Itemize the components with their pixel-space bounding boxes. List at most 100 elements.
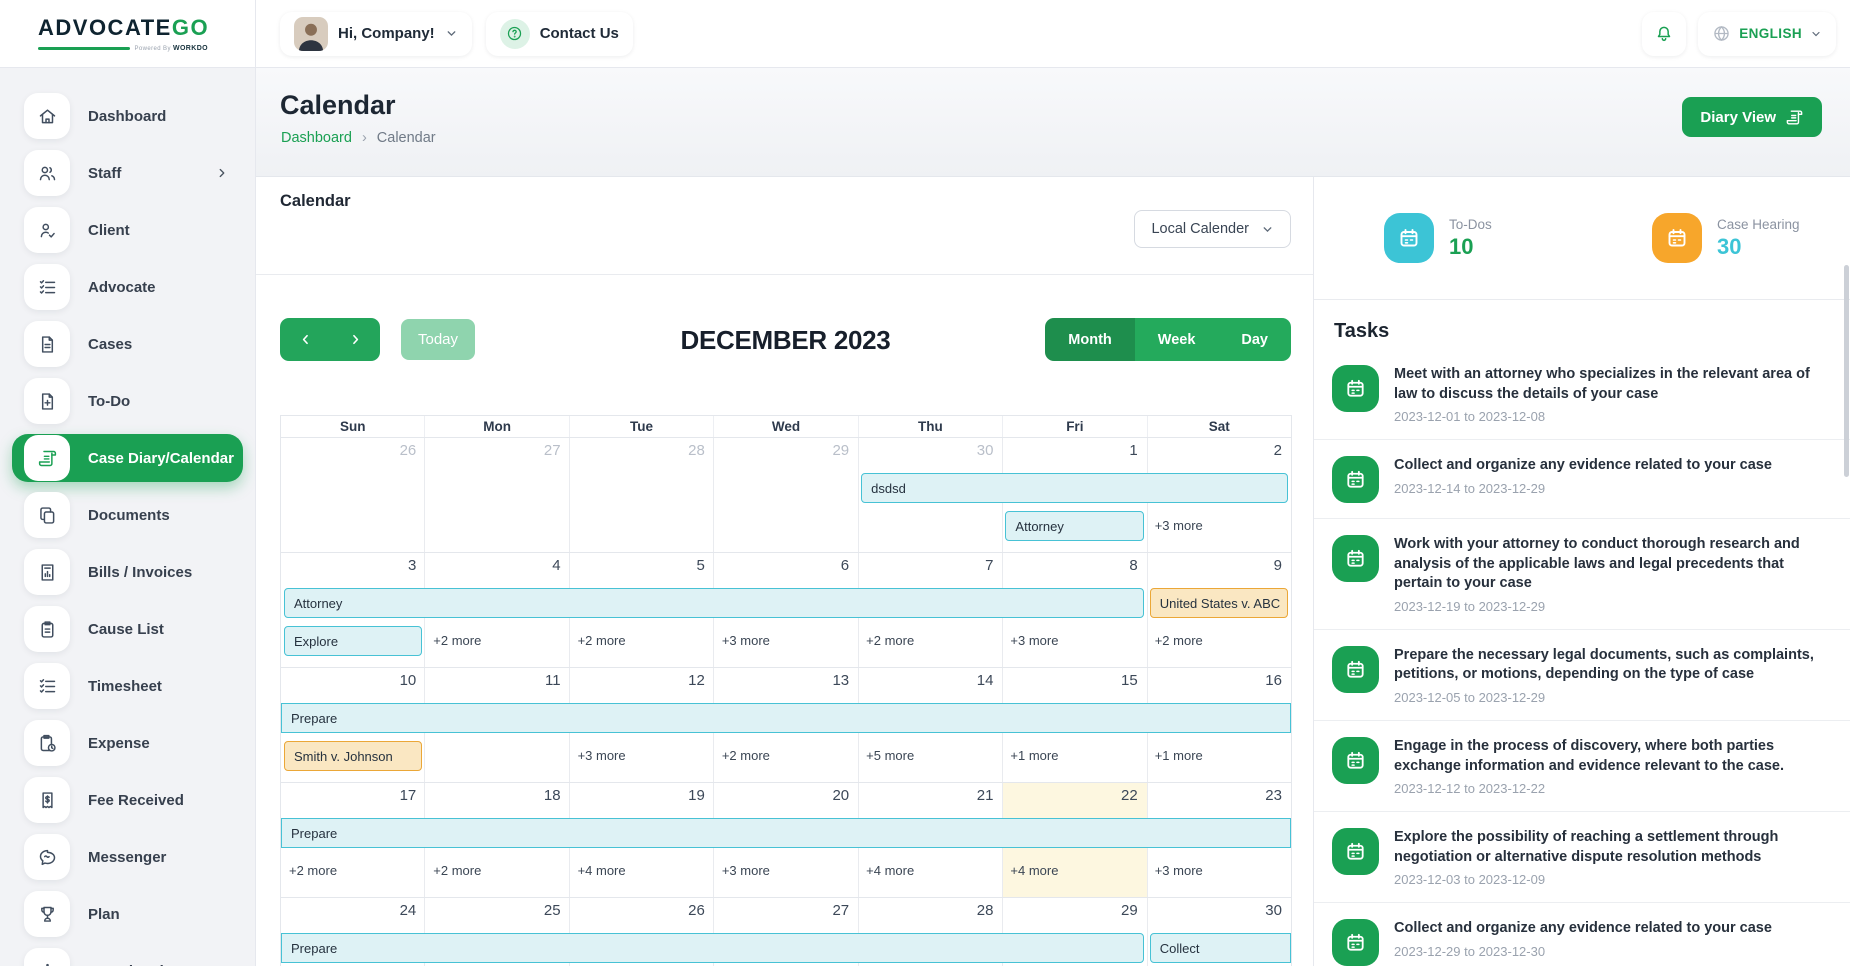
scrollbar-thumb[interactable] [1844,265,1849,477]
task-title: Explore the possibility of reaching a se… [1394,828,1824,867]
day-number: 30 [858,442,1002,459]
sidebar-item-label: Cause List [88,621,164,638]
weekday-label: Mon [425,416,569,437]
view-week-button[interactable]: Week [1135,318,1219,361]
more-events-link[interactable]: +4 more [858,856,914,886]
sidebar-item-label: Bills / Invoices [88,564,192,581]
users-icon [24,150,70,196]
sidebar-item-documents[interactable]: Documents [12,491,243,539]
sidebar-item-timesheet[interactable]: Timesheet [12,662,243,710]
language-selector[interactable]: ENGLISH [1698,12,1836,56]
task-item[interactable]: Collect and organize any evidence relate… [1314,439,1850,518]
more-events-link[interactable]: +2 more [1147,626,1203,656]
task-date-range: 2023-12-29 to 2023-12-30 [1394,944,1772,959]
more-events-link[interactable]: +3 more [714,856,770,886]
calendar-card-title: Calendar [280,192,351,211]
task-item[interactable]: Prepare the necessary legal documents, s… [1314,629,1850,720]
day-number: 26 [570,902,714,919]
tasks-section: Tasks Meet with an attorney who speciali… [1314,300,1850,966]
sidebar-item-to-do[interactable]: To-Do [12,377,243,425]
notifications-button[interactable] [1642,12,1686,56]
calendar-event[interactable]: Explore [284,626,422,656]
diary-view-button[interactable]: Diary View [1682,97,1822,137]
sidebar-item-staff[interactable]: Staff [12,149,243,197]
task-item[interactable]: Meet with an attorney who specializes in… [1314,349,1850,439]
task-title: Meet with an attorney who specializes in… [1394,365,1824,404]
more-events-link[interactable]: +2 more [281,856,337,886]
more-events-link[interactable]: +1 more [1147,741,1203,771]
sidebar-item-label: Cases [88,336,132,353]
more-events-link[interactable]: +3 more [570,741,626,771]
sidebar-item-functional-setup[interactable]: Functional Setup [12,947,243,966]
sidebar-item-label: Dashboard [88,108,166,125]
more-events-link[interactable]: +4 more [1002,856,1058,886]
more-events-link[interactable]: +1 more [1002,741,1058,771]
todos-label: To-Dos [1449,217,1492,232]
sidebar-item-advocate[interactable]: Advocate [12,263,243,311]
calendar-event[interactable]: Attorney [1005,511,1143,541]
diary-view-label: Diary View [1700,109,1776,126]
calendar-event[interactable]: Prepare [281,703,1291,733]
sidebar-item-dashboard[interactable]: Dashboard [12,92,243,140]
view-month-button[interactable]: Month [1045,318,1134,361]
contact-us-button[interactable]: Contact Us [486,12,633,56]
breadcrumb-item[interactable]: Dashboard [281,130,352,146]
receipt-icon [24,777,70,823]
calendar-toolbar: Today DECEMBER 2023 MonthWeekDay [280,318,1291,362]
sidebar-item-expense[interactable]: Expense [12,719,243,767]
more-events-link[interactable]: +3 more [1147,856,1203,886]
user-menu[interactable]: Hi, Company! [280,12,472,56]
sidebar-item-case-diary-calendar[interactable]: Case Diary/Calendar [12,434,243,482]
calendar-icon [1332,646,1379,693]
task-title: Collect and organize any evidence relate… [1394,456,1772,476]
calendar-event[interactable]: dsdsd [861,473,1288,503]
sidebar-item-client[interactable]: Client [12,206,243,254]
calendar-event[interactable]: Collect [1150,933,1291,963]
day-number: 5 [570,557,714,574]
task-item[interactable]: Collect and organize any evidence relate… [1314,902,1850,966]
sidebar-item-cases[interactable]: Cases [12,320,243,368]
calendar-event[interactable]: United States v. ABC [1150,588,1288,618]
day-number: 17 [281,787,425,804]
more-events-link[interactable]: +5 more [858,741,914,771]
calendar-event[interactable]: Prepare [281,933,1144,963]
more-events-link[interactable]: +2 more [858,626,914,656]
more-events-link[interactable]: +2 more [570,626,626,656]
todos-summary[interactable]: To-Dos 10 [1314,177,1582,299]
calendar-week-row: 10111213141516PrepareSmith v. Johnson+3 … [281,668,1291,783]
calendar-icon [1332,535,1379,582]
calendar-event[interactable]: Prepare [281,818,1291,848]
more-events-link[interactable]: +4 more [570,856,626,886]
document-icon [24,321,70,367]
more-events-link[interactable]: +2 more [714,741,770,771]
sidebar-item-plan[interactable]: Plan [12,890,243,938]
breadcrumb: Dashboard›Calendar [281,130,436,146]
more-events-link[interactable]: +3 more [1002,626,1058,656]
calendar-event[interactable]: Smith v. Johnson [284,741,422,771]
calendar-event[interactable]: Attorney [284,588,1144,618]
task-item[interactable]: Explore the possibility of reaching a se… [1314,811,1850,902]
sidebar-item-messenger[interactable]: Messenger [12,833,243,881]
sidebar-item-label: Advocate [88,279,156,296]
more-events-link[interactable]: +3 more [714,626,770,656]
chat-icon [24,834,70,880]
case-hearing-summary[interactable]: Case Hearing 30 [1582,177,1850,299]
task-body: Work with your attorney to conduct thoro… [1394,535,1824,614]
calendar-source-select[interactable]: Local Calender [1134,210,1291,248]
weekday-label: Sat [1148,416,1291,437]
task-item[interactable]: Work with your attorney to conduct thoro… [1314,518,1850,629]
sidebar-item-cause-list[interactable]: Cause List [12,605,243,653]
more-events-link[interactable]: +2 more [425,856,481,886]
more-events-link[interactable]: +2 more [425,626,481,656]
calendar-week-row: 24252627282930PrepareCollect [281,898,1291,966]
calendar-icon [1332,919,1379,966]
brand-accent: GO [172,15,209,40]
task-item[interactable]: Engage in the process of discovery, wher… [1314,720,1850,811]
brand-logo[interactable]: ADVOCATEGO Powered By WORKDO [0,0,256,68]
sidebar-item-fee-received[interactable]: Fee Received [12,776,243,824]
view-day-button[interactable]: Day [1218,318,1291,361]
sidebar-item-bills-invoices[interactable]: Bills / Invoices [12,548,243,596]
calendar-icon [1384,213,1434,263]
more-events-link[interactable]: +3 more [1147,511,1203,541]
breadcrumb-separator: › [362,130,367,146]
